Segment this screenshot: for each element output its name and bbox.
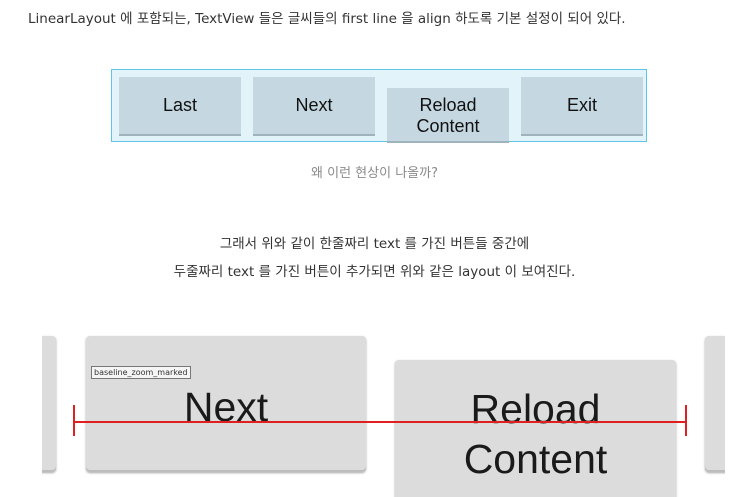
zoom-reload-label-line1: Reload xyxy=(470,386,601,432)
caption: 왜 이런 현상이 나올까? xyxy=(311,166,438,181)
reload-button-label-line2: Content xyxy=(416,116,480,136)
reload-content-button[interactable]: Reload Content xyxy=(387,88,509,143)
button-bar-demo: Last Next Reload Content Exit xyxy=(111,69,647,143)
baseline-right-tick xyxy=(685,405,687,436)
next-button-label: Next xyxy=(295,95,333,115)
next-button[interactable]: Next xyxy=(253,77,375,136)
zoom-left-button-edge xyxy=(42,336,56,472)
exit-button-label: Exit xyxy=(566,95,597,115)
zoom-reload-content-button: Reload Content xyxy=(395,360,676,497)
baseline-marker-line xyxy=(74,421,686,423)
baseline-left-tick xyxy=(73,405,75,436)
paragraph-line-1: 그래서 위와 같이 한줄짜리 text 를 가진 버튼들 중간에 xyxy=(219,236,530,252)
last-button-label: Last xyxy=(162,95,198,115)
exit-button[interactable]: Exit xyxy=(521,77,643,136)
paragraph-line-2: 두줄짜리 text 를 가진 버튼이 추가되면 위와 같은 layout 이 보… xyxy=(173,264,576,280)
reload-button-label-line1: Reload xyxy=(419,95,477,115)
zoom-image-tag: baseline_zoom_marked xyxy=(91,366,191,379)
baseline-zoom-image: Next Reload Content baseline_zoom_marked xyxy=(42,334,725,497)
last-button[interactable]: Last xyxy=(119,77,241,136)
zoom-reload-label-line2: Content xyxy=(463,436,608,482)
intro-text: LinearLayout 에 포함되는, TextView 들은 글씨들의 fi… xyxy=(28,11,626,27)
zoom-next-button: Next xyxy=(86,336,366,472)
zoom-right-button-edge xyxy=(705,336,725,472)
